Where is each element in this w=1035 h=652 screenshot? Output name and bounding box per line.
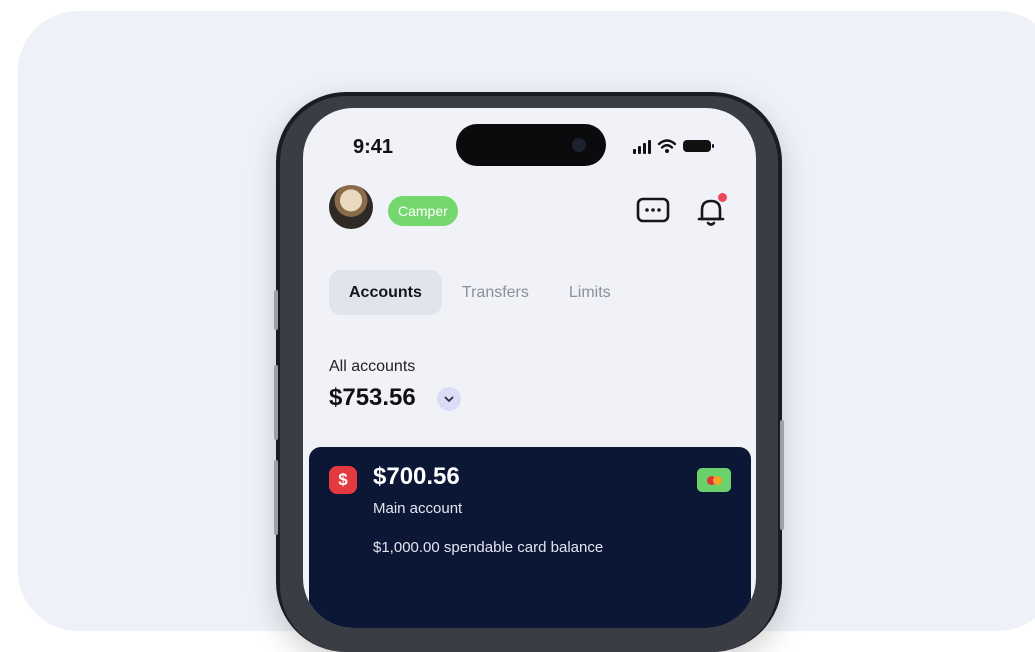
status-time: 9:41 <box>353 136 394 158</box>
tab-limits[interactable]: Limits <box>549 270 631 315</box>
spendable-balance: $1,000.00 spendable card balance <box>373 539 604 556</box>
tab-bar: Accounts Transfers Limits <box>329 270 631 315</box>
side-button <box>274 460 278 535</box>
mastercard-icon <box>697 468 731 492</box>
wifi-icon <box>657 139 677 153</box>
status-badge: Camper <box>388 196 458 226</box>
tab-accounts[interactable]: Accounts <box>329 270 442 315</box>
avatar[interactable] <box>329 185 373 229</box>
message-dots-icon <box>636 197 670 223</box>
phone-screen: 9:41 Camper Accounts Transfers Limits Al <box>303 108 756 628</box>
chevron-down-icon <box>444 396 454 402</box>
side-button <box>274 365 278 440</box>
status-icons <box>633 136 714 156</box>
currency-icon: $ <box>329 466 357 494</box>
messages-button[interactable] <box>635 193 671 229</box>
signal-icon <box>633 138 651 154</box>
account-balance: $700.56 <box>373 463 460 490</box>
battery-icon <box>683 140 714 152</box>
accounts-dropdown-button[interactable] <box>437 387 461 411</box>
total-balance: $753.56 <box>329 384 416 411</box>
dynamic-island <box>456 124 606 166</box>
main-account-card[interactable]: $ $700.56 Main account $1,000.00 spendab… <box>309 447 751 628</box>
camera-icon <box>572 138 586 152</box>
tab-transfers[interactable]: Transfers <box>442 270 549 315</box>
account-name: Main account <box>373 500 463 517</box>
side-button <box>780 420 784 530</box>
notification-dot <box>718 193 727 202</box>
notifications-button[interactable] <box>693 193 729 229</box>
side-button <box>274 290 278 330</box>
all-accounts-label: All accounts <box>329 358 416 375</box>
